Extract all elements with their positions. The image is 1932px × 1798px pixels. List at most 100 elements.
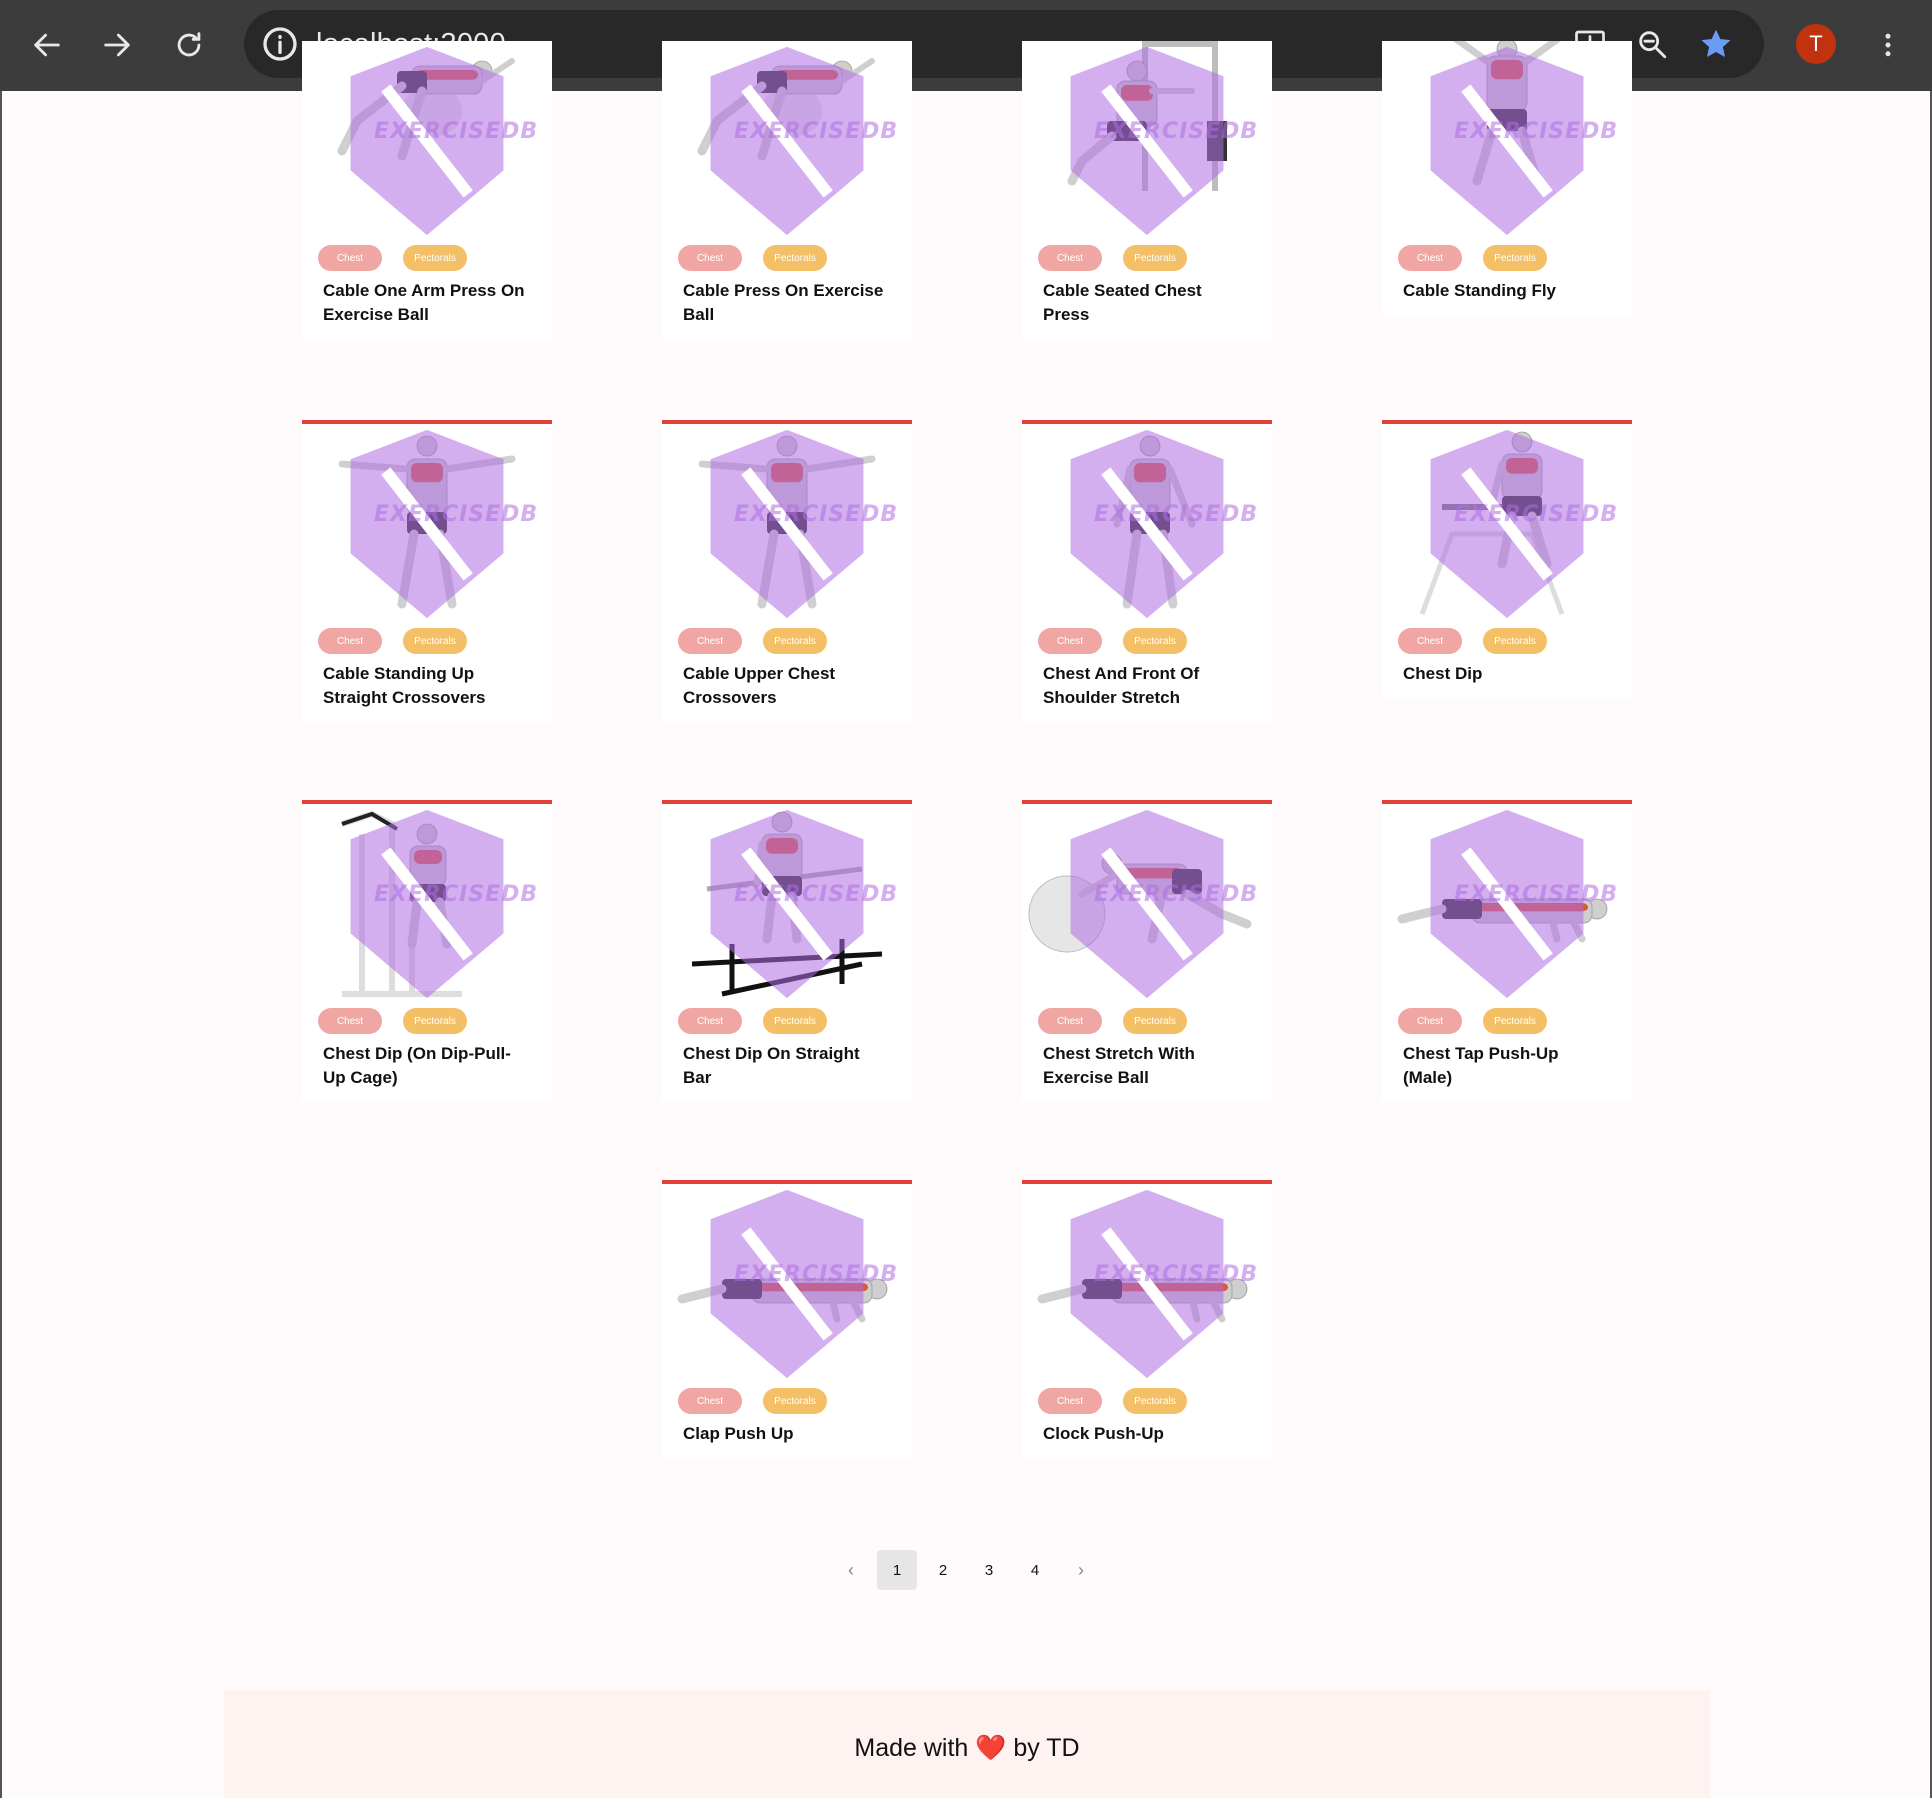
bookmark-button[interactable] xyxy=(1696,24,1736,64)
exercise-name: Chest Dip xyxy=(1403,664,1483,683)
body-part-tag[interactable]: Chest xyxy=(1038,1388,1102,1414)
exercisedb-watermark: EXERCISEDB xyxy=(734,119,899,144)
body-part-tag[interactable]: Chest xyxy=(318,628,382,654)
page-4-button[interactable]: 4 xyxy=(1015,1550,1055,1590)
body-part-tag[interactable]: Chest xyxy=(678,245,742,271)
body-part-tag[interactable]: Chest xyxy=(678,1008,742,1034)
exercise-name: Chest Tap Push-Up (Male) xyxy=(1403,1044,1559,1087)
exercise-gif: EXERCISEDB xyxy=(662,41,912,241)
exercise-tags: Chest Pectorals xyxy=(1022,1384,1272,1418)
arrow-right-icon xyxy=(104,33,130,57)
exercise-card[interactable]: EXERCISEDB Chest Pectorals Chest Dip (On Di… xyxy=(302,800,552,1102)
exercisedb-watermark: EXERCISEDB xyxy=(734,502,899,527)
page-1-button[interactable]: 1 xyxy=(877,1550,917,1590)
arrow-left-icon xyxy=(34,33,60,57)
target-muscle-tag[interactable]: Pectorals xyxy=(1483,1008,1547,1034)
exercise-card[interactable]: EXERCISEDB Chest Pectorals Clap Push Up xyxy=(662,1180,912,1458)
exercise-card[interactable]: EXERCISEDB Chest Pectorals Cable Standing F… xyxy=(1382,41,1632,315)
exercise-name: Cable Standing Up Straight Crossovers xyxy=(323,664,486,707)
footer-made-with: Made with xyxy=(854,1734,969,1762)
reload-button[interactable] xyxy=(166,22,212,68)
exercise-name: Cable Press On Exercise Ball xyxy=(683,281,884,324)
target-muscle-tag[interactable]: Pectorals xyxy=(1123,1388,1187,1414)
exercise-gif: EXERCISEDB xyxy=(662,1184,912,1384)
exercise-card[interactable]: EXERCISEDB Chest Pectorals Chest Stretch Wi… xyxy=(1022,800,1272,1102)
exercise-name: Clap Push Up xyxy=(683,1424,794,1443)
exercise-card[interactable]: EXERCISEDB Chest Pectorals Cable Seated Che… xyxy=(1022,41,1272,339)
prev-page-button[interactable]: ‹ xyxy=(831,1550,871,1590)
exercise-gif: EXERCISEDB xyxy=(1382,41,1632,241)
exercise-gif: EXERCISEDB xyxy=(1022,424,1272,624)
exercise-card[interactable]: EXERCISEDB Chest Pectorals Chest Dip xyxy=(1382,420,1632,698)
exercise-card[interactable]: EXERCISEDB Chest Pectorals Chest And Front … xyxy=(1022,420,1272,722)
exercise-tags: Chest Pectorals xyxy=(1382,624,1632,658)
browser-menu-button[interactable] xyxy=(1870,22,1906,68)
exercise-tags: Chest Pectorals xyxy=(662,1384,912,1418)
body-part-tag[interactable]: Chest xyxy=(1038,628,1102,654)
exercise-name: Cable Upper Chest Crossovers xyxy=(683,664,836,707)
forward-button[interactable] xyxy=(94,22,140,68)
exercisedb-watermark: EXERCISEDB xyxy=(734,882,899,907)
target-muscle-tag[interactable]: Pectorals xyxy=(403,245,467,271)
browser-toolbar: localhost:3000 T xyxy=(0,0,1932,91)
exercise-card[interactable]: EXERCISEDB Chest Pectorals Clock Push-Up xyxy=(1022,1180,1272,1458)
exercise-tags: Chest Pectorals xyxy=(302,624,552,658)
body-part-tag[interactable]: Chest xyxy=(1398,628,1462,654)
exercise-card[interactable]: EXERCISEDB Chest Pectorals Chest Dip On Str… xyxy=(662,800,912,1102)
exercisedb-watermark: EXERCISEDB xyxy=(1094,119,1259,144)
target-muscle-tag[interactable]: Pectorals xyxy=(403,1008,467,1034)
exercisedb-watermark: EXERCISEDB xyxy=(1454,882,1619,907)
target-muscle-tag[interactable]: Pectorals xyxy=(1123,1008,1187,1034)
exercise-name: Clock Push-Up xyxy=(1043,1424,1164,1443)
exercise-name: Chest Dip On Straight Bar xyxy=(683,1044,860,1087)
exercisedb-watermark: EXERCISEDB xyxy=(374,882,539,907)
target-muscle-tag[interactable]: Pectorals xyxy=(1483,245,1547,271)
exercise-gif: EXERCISEDB xyxy=(1382,804,1632,1004)
exercise-gif: EXERCISEDB xyxy=(1382,424,1632,624)
exercisedb-watermark: EXERCISEDB xyxy=(374,119,539,144)
exercise-card[interactable]: EXERCISEDB Chest Pectorals Cable One Arm Pr… xyxy=(302,41,552,339)
exercise-tags: Chest Pectorals xyxy=(1022,241,1272,275)
exercise-name: Cable Seated Chest Press xyxy=(1043,281,1202,324)
exercisedb-watermark: EXERCISEDB xyxy=(1094,882,1259,907)
target-muscle-tag[interactable]: Pectorals xyxy=(403,628,467,654)
exercisedb-watermark: EXERCISEDB xyxy=(374,502,539,527)
target-muscle-tag[interactable]: Pectorals xyxy=(763,628,827,654)
exercise-card[interactable]: EXERCISEDB Chest Pectorals Cable Upper Ches… xyxy=(662,420,912,722)
body-part-tag[interactable]: Chest xyxy=(318,1008,382,1034)
info-icon[interactable] xyxy=(260,24,300,64)
target-muscle-tag[interactable]: Pectorals xyxy=(763,1008,827,1034)
window-edge xyxy=(0,91,2,1798)
body-part-tag[interactable]: Chest xyxy=(1038,1008,1102,1034)
exercise-card[interactable]: EXERCISEDB Chest Pectorals Cable Standing U… xyxy=(302,420,552,722)
body-part-tag[interactable]: Chest xyxy=(1398,245,1462,271)
next-page-button[interactable]: › xyxy=(1061,1550,1101,1590)
body-part-tag[interactable]: Chest xyxy=(1038,245,1102,271)
page-2-button[interactable]: 2 xyxy=(923,1550,963,1590)
exercise-name: Cable Standing Fly xyxy=(1403,281,1557,300)
exercise-name: Chest Dip (On Dip-Pull-Up Cage) xyxy=(323,1044,511,1087)
body-part-tag[interactable]: Chest xyxy=(678,628,742,654)
exercise-name: Chest And Front Of Shoulder Stretch xyxy=(1043,664,1200,707)
exercise-tags: Chest Pectorals xyxy=(1022,624,1272,658)
profile-avatar[interactable]: T xyxy=(1796,24,1836,64)
reload-icon xyxy=(177,32,201,57)
target-muscle-tag[interactable]: Pectorals xyxy=(763,245,827,271)
target-muscle-tag[interactable]: Pectorals xyxy=(1123,245,1187,271)
exercise-card[interactable]: EXERCISEDB Chest Pectorals Chest Tap Push-U… xyxy=(1382,800,1632,1102)
body-part-tag[interactable]: Chest xyxy=(678,1388,742,1414)
target-muscle-tag[interactable]: Pectorals xyxy=(763,1388,827,1414)
footer-author: by TD xyxy=(1013,1734,1080,1762)
exercise-card[interactable]: EXERCISEDB Chest Pectorals Cable Press On E… xyxy=(662,41,912,339)
target-muscle-tag[interactable]: Pectorals xyxy=(1123,628,1187,654)
body-part-tag[interactable]: Chest xyxy=(1398,1008,1462,1034)
footer: Made with ❤️ by TD xyxy=(224,1690,1710,1798)
exercise-name: Chest Stretch With Exercise Ball xyxy=(1043,1044,1195,1087)
target-muscle-tag[interactable]: Pectorals xyxy=(1483,628,1547,654)
zoom-button[interactable] xyxy=(1632,24,1672,64)
body-part-tag[interactable]: Chest xyxy=(318,245,382,271)
page-3-button[interactable]: 3 xyxy=(969,1550,1009,1590)
exercisedb-watermark: EXERCISEDB xyxy=(734,1262,899,1287)
back-button[interactable] xyxy=(24,22,70,68)
exercise-gif: EXERCISEDB xyxy=(1022,1184,1272,1384)
